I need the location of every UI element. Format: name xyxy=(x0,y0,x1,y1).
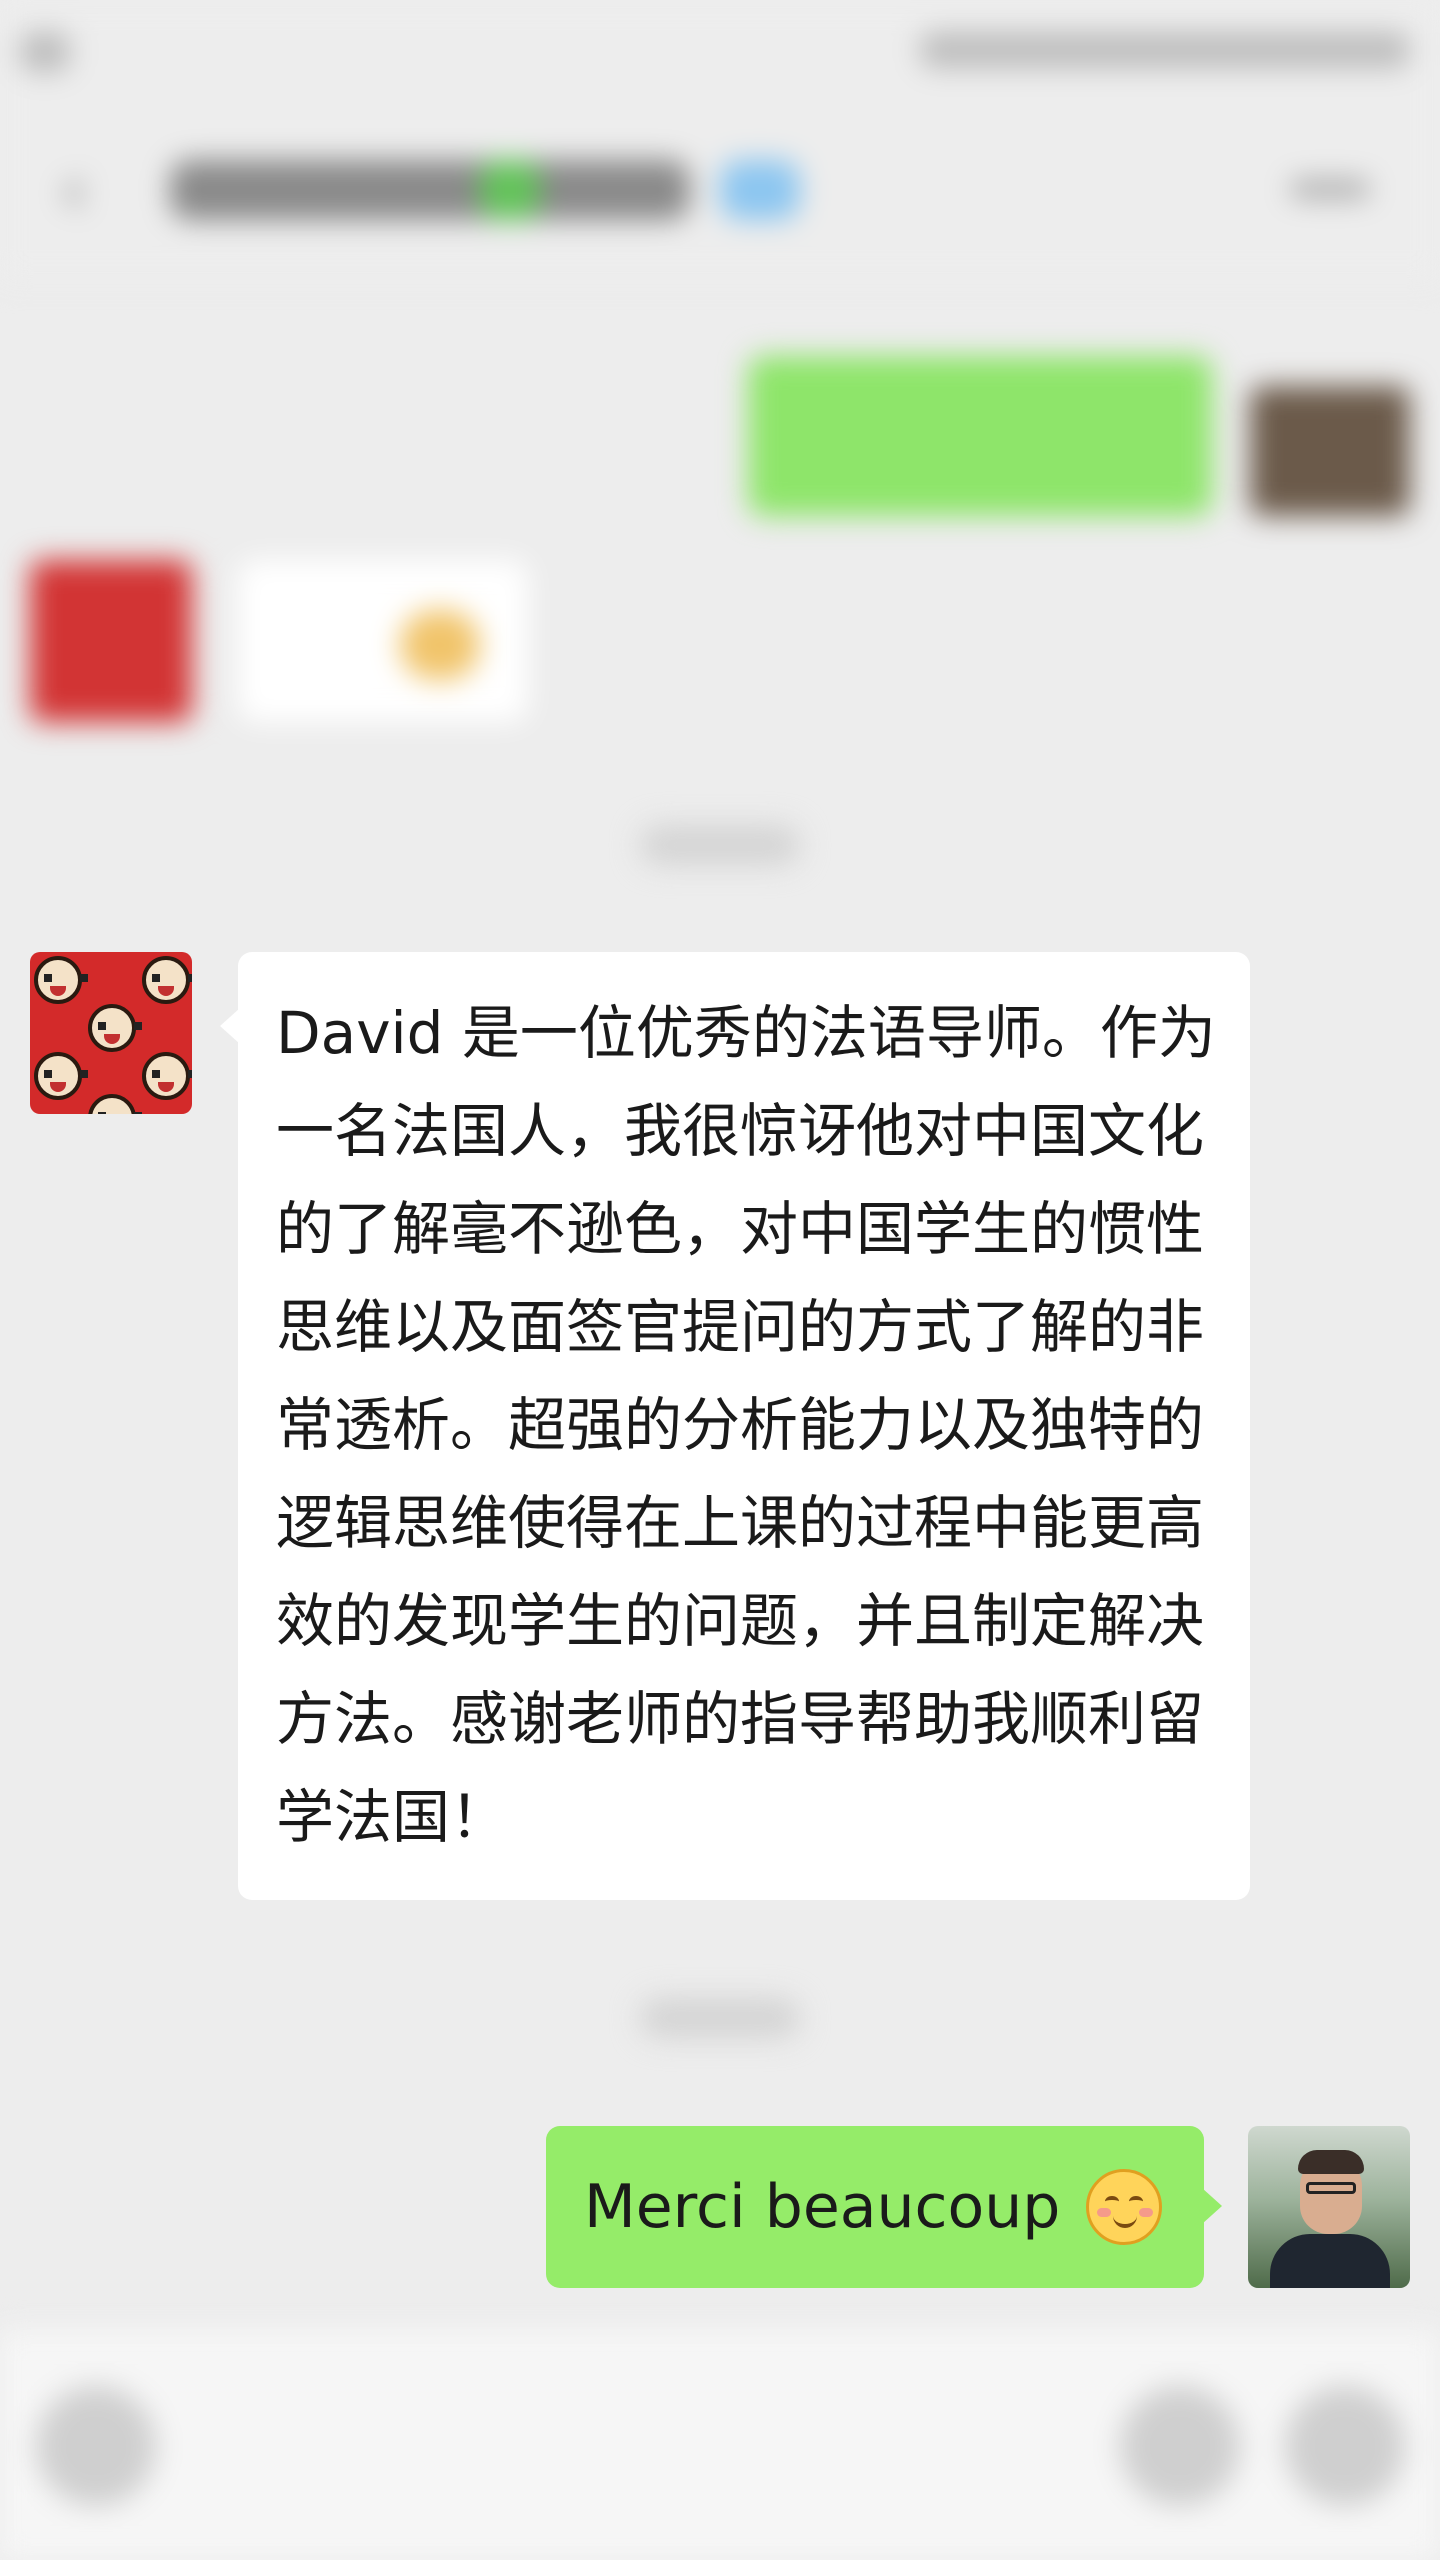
title-emoji-blurred xyxy=(480,160,540,220)
cartoon-face-icon xyxy=(34,956,88,1004)
cartoon-face-icon xyxy=(88,1004,142,1052)
input-bar xyxy=(0,2330,1440,2560)
received-message-bubble[interactable]: David 是一位优秀的法语导师。作为一名法国人，我很惊讶他对中国文化的了解毫不… xyxy=(220,952,1250,1900)
status-bar xyxy=(0,0,1440,100)
blurred-timestamp xyxy=(640,825,800,865)
received-message: David 是一位优秀的法语导师。作为一名法国人，我很惊讶他对中国文化的了解毫不… xyxy=(30,952,1280,1900)
received-message-text: David 是一位优秀的法语导师。作为一名法国人，我很惊讶他对中国文化的了解毫不… xyxy=(276,999,1216,1851)
smiling-blush-emoji-icon xyxy=(1086,2169,1163,2245)
blurred-emoji xyxy=(400,610,480,680)
cartoon-face-icon xyxy=(34,1052,88,1100)
blurred-sent-bubble xyxy=(748,356,1212,516)
status-indicators xyxy=(920,32,1410,68)
cartoon-face-icon xyxy=(88,1094,142,1114)
cartoon-faces-avatar-icon[interactable] xyxy=(30,952,192,1114)
status-left-icon xyxy=(20,32,70,72)
sent-message-bubble[interactable]: Merci beaucoup xyxy=(546,2126,1222,2288)
blurred-timestamp xyxy=(640,1998,800,2038)
cartoon-face-icon xyxy=(142,956,192,1004)
back-icon[interactable]: ‹ xyxy=(60,155,100,225)
plus-icon[interactable] xyxy=(1285,2386,1405,2506)
title-badge-blurred xyxy=(720,160,800,220)
blurred-sent-avatar xyxy=(1250,386,1410,516)
emoji-icon[interactable] xyxy=(1120,2386,1240,2506)
voice-icon[interactable] xyxy=(36,2386,156,2506)
chat-title-blurred xyxy=(170,160,690,220)
more-icon[interactable] xyxy=(1290,180,1370,198)
chat-header: ‹ xyxy=(0,100,1440,280)
blurred-received-avatar xyxy=(30,560,192,722)
cartoon-face-icon xyxy=(142,1052,192,1100)
sent-message: Merci beaucoup xyxy=(546,2126,1410,2288)
blurred-received-bubble xyxy=(238,560,528,722)
sent-message-text: Merci beaucoup xyxy=(584,2172,1061,2242)
user-photo-avatar-icon[interactable] xyxy=(1248,2126,1410,2288)
